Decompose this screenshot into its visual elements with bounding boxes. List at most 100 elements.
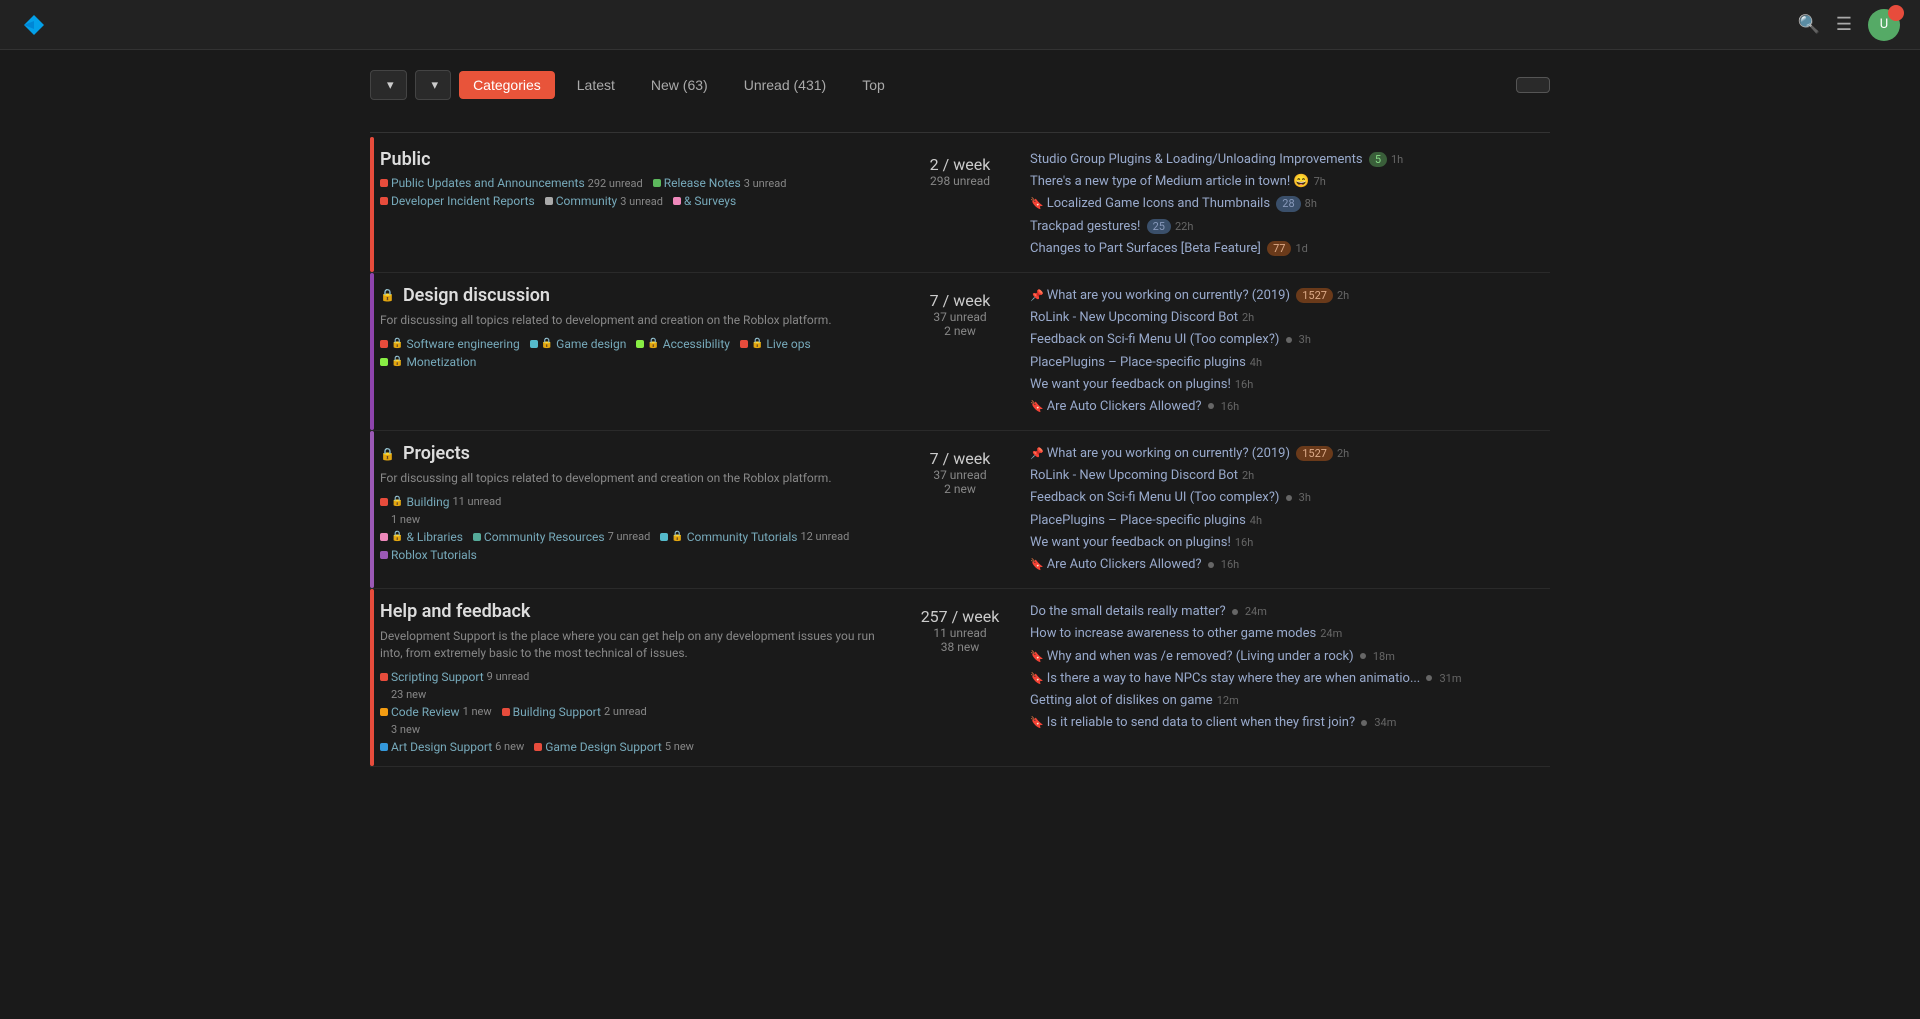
subcat-name-projects-2[interactable]: Community Resources (484, 530, 605, 544)
subcat-name-design-discussion-4[interactable]: Monetization (406, 355, 476, 369)
topic-link-help-and-feedback-3[interactable]: 🔖Is there a way to have NPCs stay where … (1030, 668, 1550, 690)
search-icon[interactable]: 🔍 (1797, 14, 1819, 35)
subcat-name-help-and-feedback-0[interactable]: Scripting Support (391, 670, 484, 684)
stat-new-design-discussion: 2 new (900, 324, 1020, 338)
categories-filter[interactable]: ▾ (370, 70, 407, 100)
subcat-item-help-and-feedback-0: Scripting Support 9 unread (380, 670, 529, 684)
subcat-item-public-0: Public Updates and Announcements 292 unr… (380, 176, 643, 190)
topic-link-design-discussion-5[interactable]: 🔖Are Auto Clickers Allowed? 16h (1030, 396, 1550, 418)
topic-link-public-0[interactable]: Studio Group Plugins & Loading/Unloading… (1030, 149, 1550, 171)
subcat-name-help-and-feedback-1[interactable]: Code Review (391, 705, 460, 719)
topic-link-help-and-feedback-5[interactable]: 🔖Is it reliable to send data to client w… (1030, 712, 1550, 734)
category-title-link-public[interactable]: Public (380, 149, 430, 170)
category-title-link-design-discussion[interactable]: Design discussion (403, 285, 550, 306)
topic-link-public-3[interactable]: Trackpad gestures! 2522h (1030, 216, 1550, 238)
stat-unread-public: 298 unread (900, 174, 1020, 188)
topic-link-public-2[interactable]: 🔖Localized Game Icons and Thumbnails 288… (1030, 193, 1550, 215)
tab-unread[interactable]: Unread (431) (730, 71, 841, 99)
topic-link-help-and-feedback-4[interactable]: Getting alot of dislikes on game12m (1030, 690, 1550, 712)
subcat-name-projects-3[interactable]: Community Tutorials (687, 530, 798, 544)
chevron-down-icon: ▾ (387, 77, 394, 93)
tab-categories[interactable]: Categories (459, 71, 555, 99)
category-section-public: Public Public Updates and Announcements 2… (370, 137, 1550, 273)
subcat-extra-help-and-feedback-0: 23 new (380, 688, 880, 701)
subcat-name-public-3[interactable]: Community (556, 194, 617, 208)
topic-link-design-discussion-3[interactable]: PlacePlugins – Place-specific plugins4h (1030, 352, 1550, 374)
menu-icon[interactable]: ☰ (1836, 14, 1852, 35)
pin-icon: 📌 (1030, 447, 1044, 460)
subcat-name-design-discussion-2[interactable]: Accessibility (663, 337, 730, 351)
category-stats-projects: 7 / week37 unread2 new (900, 443, 1020, 576)
user-avatar-wrap[interactable]: U (1868, 9, 1900, 41)
topic-link-design-discussion-0[interactable]: 📌What are you working on currently? (201… (1030, 285, 1550, 307)
subcat-item-projects-2: Community Resources 7 unread (473, 530, 650, 544)
category-description-projects: For discussing all topics related to dev… (380, 470, 880, 487)
subcat-lock-projects-0: 🔒 (391, 496, 403, 507)
topic-link-design-discussion-4[interactable]: We want your feedback on plugins!16h (1030, 374, 1550, 396)
tab-new[interactable]: New (63) (637, 71, 722, 99)
subcat-item-projects-4: Roblox Tutorials (380, 548, 477, 562)
category-title-public: Public (380, 149, 880, 170)
subcat-name-design-discussion-1[interactable]: Game design (556, 337, 626, 351)
subcat-dot-help-and-feedback-4 (534, 743, 542, 751)
subcat-name-projects-4[interactable]: Roblox Tutorials (391, 548, 477, 562)
subcat-name-design-discussion-3[interactable]: Live ops (766, 337, 810, 351)
topic-link-projects-3[interactable]: PlacePlugins – Place-specific plugins4h (1030, 510, 1550, 532)
subcat-item-projects-0: 🔒Building 11 unread (380, 495, 501, 509)
tags-filter[interactable]: ▾ (415, 70, 452, 100)
subcat-dot-projects-2 (473, 533, 481, 541)
subcat-count-public-3: 3 unread (620, 195, 663, 208)
category-stats-design-discussion: 7 / week37 unread2 new (900, 285, 1020, 418)
topic-time: 16h (1221, 400, 1239, 413)
new-topic-button[interactable] (1516, 77, 1550, 93)
topic-dot (1361, 720, 1367, 726)
topic-link-projects-0[interactable]: 📌What are you working on currently? (201… (1030, 443, 1550, 465)
subcat-name-public-2[interactable]: Developer Incident Reports (391, 194, 535, 208)
subcat-name-projects-0[interactable]: Building (406, 495, 449, 509)
category-title-link-help-and-feedback[interactable]: Help and feedback (380, 601, 530, 622)
topic-link-projects-4[interactable]: We want your feedback on plugins!16h (1030, 532, 1550, 554)
subcat-item-help-and-feedback-2: Building Support 2 unread (502, 705, 647, 719)
topic-link-projects-5[interactable]: 🔖Are Auto Clickers Allowed? 16h (1030, 554, 1550, 576)
bookmark-icon: 🔖 (1030, 197, 1044, 210)
subcat-dot-help-and-feedback-0 (380, 673, 388, 681)
subcat-name-help-and-feedback-2[interactable]: Building Support (513, 705, 601, 719)
category-title-link-projects[interactable]: Projects (403, 443, 470, 464)
tab-top[interactable]: Top (848, 71, 899, 99)
subcat-name-help-and-feedback-3[interactable]: Art Design Support (391, 740, 492, 754)
topic-link-design-discussion-1[interactable]: RoLink - New Upcoming Discord Bot2h (1030, 307, 1550, 329)
pin-icon: 📌 (1030, 289, 1044, 302)
subcat-name-projects-1[interactable]: & Libraries (406, 530, 462, 544)
category-latest-projects: 📌What are you working on currently? (201… (1020, 443, 1550, 576)
subcat-count-projects-0: 11 unread (452, 495, 501, 508)
main-content: ▾ ▾ Categories Latest New (63) Unread (4… (310, 50, 1610, 787)
topic-link-public-4[interactable]: Changes to Part Surfaces [Beta Feature] … (1030, 238, 1550, 260)
topic-link-help-and-feedback-2[interactable]: 🔖Why and when was /e removed? (Living un… (1030, 646, 1550, 668)
subcat-count-help-and-feedback-2: 2 unread (604, 705, 647, 718)
tab-latest[interactable]: Latest (563, 71, 629, 99)
subcat-name-public-4[interactable]: & Surveys (684, 194, 736, 208)
topic-link-projects-2[interactable]: Feedback on Sci-fi Menu UI (Too complex?… (1030, 487, 1550, 509)
topic-link-public-1[interactable]: There's a new type of Medium article in … (1030, 171, 1550, 193)
subcat-item-projects-3: 🔒Community Tutorials 12 unread (660, 530, 849, 544)
subcat-name-public-1[interactable]: Release Notes (664, 176, 741, 190)
subcat-name-design-discussion-0[interactable]: Software engineering (406, 337, 519, 351)
topic-link-design-discussion-2[interactable]: Feedback on Sci-fi Menu UI (Too complex?… (1030, 329, 1550, 351)
category-border-design-discussion (370, 273, 374, 430)
topic-link-projects-1[interactable]: RoLink - New Upcoming Discord Bot2h (1030, 465, 1550, 487)
bookmark-icon: 🔖 (1030, 650, 1044, 663)
topic-dot (1232, 609, 1238, 615)
logo-area[interactable] (20, 11, 56, 39)
topic-time: 1d (1295, 242, 1307, 255)
topic-dot (1360, 653, 1366, 659)
category-left-public: Public Public Updates and Announcements 2… (370, 149, 900, 260)
topic-link-help-and-feedback-1[interactable]: How to increase awareness to other game … (1030, 623, 1550, 645)
subcat-dot-projects-4 (380, 551, 388, 559)
subcat-name-help-and-feedback-4[interactable]: Game Design Support (545, 740, 662, 754)
subcat-dot-design-discussion-1 (530, 340, 538, 348)
topic-link-help-and-feedback-0[interactable]: Do the small details really matter? 24m (1030, 601, 1550, 623)
subcat-name-public-0[interactable]: Public Updates and Announcements (391, 176, 585, 190)
category-border-help-and-feedback (370, 589, 374, 766)
topic-badge: 5 (1369, 152, 1387, 167)
subcat-item-design-discussion-1: 🔒Game design (530, 337, 627, 351)
